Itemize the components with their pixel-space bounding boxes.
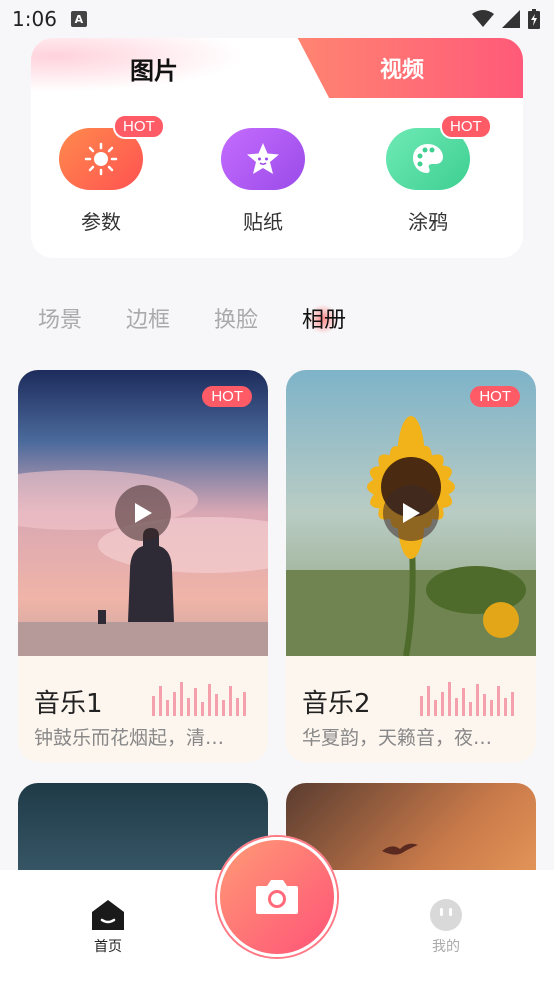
star-face-icon xyxy=(247,143,279,174)
audio-wave-icon xyxy=(420,682,514,716)
wifi-icon xyxy=(472,10,494,27)
sun-icon xyxy=(84,142,118,176)
camera-icon xyxy=(256,880,298,914)
audio-wave-icon xyxy=(152,682,246,716)
nav-home-label: 首页 xyxy=(94,939,122,955)
tool-label: 贴纸 xyxy=(243,210,283,234)
tool-label: 参数 xyxy=(81,210,121,234)
signal-icon xyxy=(502,10,520,28)
face-icon xyxy=(430,899,462,931)
status-bar: 1:06 A xyxy=(0,0,554,38)
tool-graffiti[interactable]: 涂鸦 HOT xyxy=(358,114,498,235)
palette-icon xyxy=(413,144,443,173)
bird-icon xyxy=(382,843,418,855)
hot-badge: HOT xyxy=(470,386,520,407)
editor-card: 图片 视频 参数 HOT 贴纸 涂鸦 HOT xyxy=(31,38,523,258)
tab-photo[interactable]: 图片 xyxy=(31,38,277,98)
play-icon xyxy=(135,503,152,523)
music-card-1[interactable]: HOT 音乐1 钟鼓乐而花烟起，清… xyxy=(18,370,268,762)
tool-params[interactable]: 参数 HOT xyxy=(31,114,171,235)
card-desc: 钟鼓乐而花烟起，清… xyxy=(34,727,225,749)
nav-mine-label: 我的 xyxy=(432,939,460,955)
status-time: 1:06 xyxy=(12,7,57,31)
hot-badge: HOT xyxy=(202,386,252,407)
battery-icon xyxy=(528,9,540,29)
music-card-2[interactable]: HOT 音乐2 华夏韵，天籁音，夜… xyxy=(286,370,536,762)
home-icon xyxy=(92,900,124,930)
category-tabs: 场景 边框 换脸 相册 xyxy=(38,302,346,334)
nav-home[interactable]: 首页 xyxy=(68,898,148,956)
notification-a-icon: A xyxy=(70,11,87,27)
play-button[interactable] xyxy=(115,485,171,541)
tab-faceswap[interactable]: 换脸 xyxy=(214,302,258,334)
card-title: 音乐1 xyxy=(34,689,103,719)
tab-frame[interactable]: 边框 xyxy=(126,302,170,334)
tool-label: 涂鸦 xyxy=(408,210,448,234)
tool-sticker[interactable]: 贴纸 xyxy=(193,128,333,235)
tab-scene[interactable]: 场景 xyxy=(38,302,82,334)
tab-album[interactable]: 相册 xyxy=(302,302,346,334)
play-icon xyxy=(403,503,420,523)
tool-row: 参数 HOT 贴纸 涂鸦 HOT xyxy=(31,114,523,248)
play-button[interactable] xyxy=(383,485,439,541)
card-desc: 华夏韵，天籁音，夜… xyxy=(302,727,493,749)
nav-mine[interactable]: 我的 xyxy=(406,898,486,956)
camera-button[interactable] xyxy=(217,837,337,957)
camera-button-wrap xyxy=(215,835,339,959)
hot-badge: HOT xyxy=(113,114,165,139)
hot-badge: HOT xyxy=(440,114,492,139)
card-title: 音乐2 xyxy=(302,689,371,719)
sticker-button[interactable] xyxy=(221,128,305,190)
tab-video[interactable]: 视频 xyxy=(297,38,523,98)
